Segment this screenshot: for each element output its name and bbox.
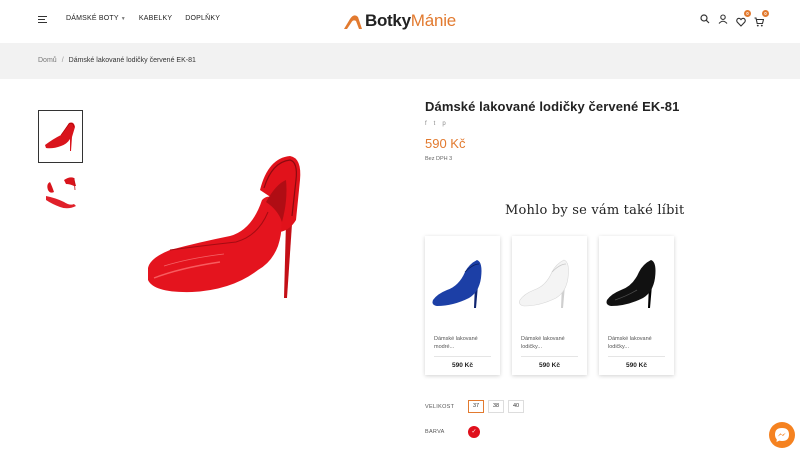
chevron-down-icon: ▼: [120, 16, 126, 22]
card-product-name[interactable]: Dámské lakované lodičky...: [521, 335, 583, 351]
recommendations-title: Mohlo by se vám také líbit: [505, 203, 685, 218]
nav-item-doplnky[interactable]: DOPLŇKY: [185, 15, 220, 22]
breadcrumb-home[interactable]: Domů: [38, 57, 57, 64]
recommendation-card[interactable]: Dámské lakované modré... 590 Kč: [425, 236, 500, 375]
product-thumbnail-2[interactable]: [38, 170, 83, 223]
breadcrumb-current: Dámské lakované lodičky červené EK-81: [68, 57, 196, 64]
breadcrumb: Domů / Dámské lakované lodičky červené EK-…: [38, 57, 196, 64]
black-heel-image: [606, 260, 656, 308]
size-option-38[interactable]: 38: [488, 400, 504, 413]
logo-text-manie: Mánie: [410, 11, 457, 30]
cart-count-badge: 0: [762, 10, 769, 17]
tax-note: Bez DPH 3: [425, 156, 453, 162]
cart-icon: [754, 17, 765, 27]
size-label: VELIKOST: [425, 404, 455, 410]
red-heels-pair-thumbnail-image: [46, 177, 76, 209]
product-price: 590 Kč: [425, 136, 466, 151]
color-label: BARVA: [425, 429, 445, 435]
size-selector: 37 38 40: [468, 400, 524, 413]
card-divider: [608, 356, 665, 357]
main-nav: DÁMSKÉ BOTY ▼ KABELKY DOPLŇKY: [66, 15, 233, 22]
twitter-icon[interactable]: t: [434, 121, 436, 127]
facebook-icon[interactable]: f: [425, 121, 427, 127]
site-logo[interactable]: Botky Mánie: [342, 7, 456, 31]
wishlist-button[interactable]: 0: [736, 10, 751, 27]
header-actions: 0 0: [700, 10, 769, 27]
cart-button[interactable]: 0: [754, 10, 769, 27]
recommendation-card[interactable]: Dámské lakované lodičky... 590 Kč: [512, 236, 587, 375]
card-divider: [521, 356, 578, 357]
wishlist-count-badge: 0: [744, 10, 751, 17]
breadcrumb-bar: Domů / Dámské lakované lodičky červené EK-…: [0, 43, 800, 79]
card-price: 590 Kč: [452, 362, 473, 369]
menu-icon[interactable]: [38, 16, 47, 24]
card-price: 590 Kč: [539, 362, 560, 369]
card-product-name[interactable]: Dámské lakované modré...: [434, 335, 496, 351]
nav-item-kabelky[interactable]: KABELKY: [139, 15, 172, 22]
messenger-chat-button[interactable]: [769, 422, 795, 448]
nav-label: DÁMSKÉ BOTY: [66, 15, 119, 22]
site-header: DÁMSKÉ BOTY ▼ KABELKY DOPLŇKY Botky Mánie …: [0, 0, 800, 42]
social-share: f t p: [425, 121, 446, 127]
user-icon[interactable]: [718, 14, 728, 24]
size-option-37[interactable]: 37: [468, 400, 484, 413]
product-main-image[interactable]: [140, 150, 340, 300]
card-price: 590 Kč: [626, 362, 647, 369]
red-heel-thumbnail-image: [45, 122, 75, 151]
messenger-icon: [775, 428, 789, 442]
card-product-name[interactable]: Dámské lakované lodičky...: [608, 335, 670, 351]
pinterest-icon[interactable]: p: [442, 121, 445, 127]
search-icon[interactable]: [700, 14, 710, 24]
white-heel-image: [519, 259, 569, 308]
blue-heel-image: [432, 260, 482, 308]
card-divider: [434, 356, 491, 357]
product-thumbnail-1[interactable]: [38, 110, 83, 163]
nav-item-damske-boty[interactable]: DÁMSKÉ BOTY ▼: [66, 15, 126, 22]
logo-text-botky: Botky: [365, 11, 411, 30]
check-icon: ✓: [471, 429, 477, 435]
color-swatch-red[interactable]: ✓: [468, 426, 480, 438]
heart-icon: [736, 17, 746, 27]
recommendation-card[interactable]: Dámské lakované lodičky... 590 Kč: [599, 236, 674, 375]
breadcrumb-separator: /: [61, 57, 64, 64]
size-option-40[interactable]: 40: [508, 400, 524, 413]
product-title: Dámské lakované lodičky červené EK-81: [425, 99, 680, 114]
heel-logo-icon: [344, 15, 362, 29]
